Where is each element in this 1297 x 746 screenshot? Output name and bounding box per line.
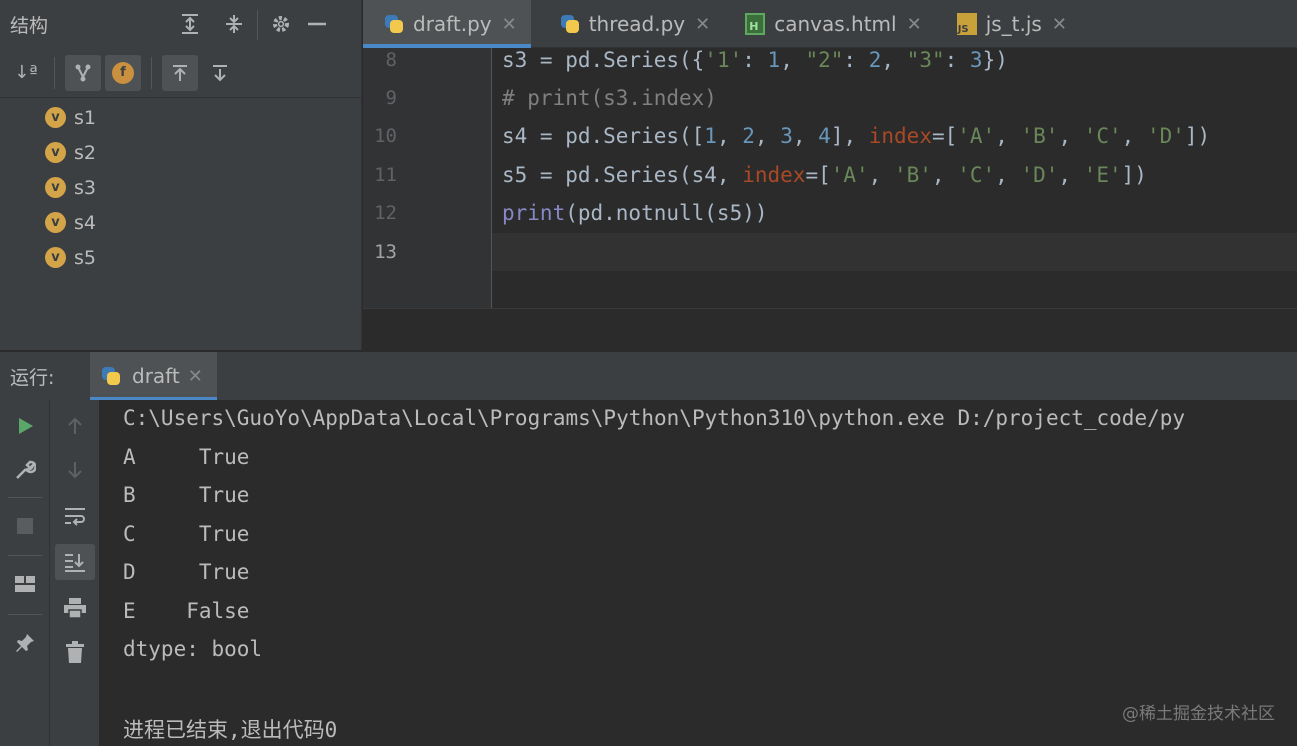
console-line: A True xyxy=(123,445,250,469)
variable-icon: v xyxy=(45,177,66,198)
run-toolbar-secondary xyxy=(50,400,100,746)
variable-icon: v xyxy=(45,247,66,268)
autoscroll-from-source-icon[interactable] xyxy=(202,55,238,91)
code-editor[interactable]: 8 9 10 11 12 13 s3 = pd.Series({'1': 1, … xyxy=(363,48,1297,350)
console-line: D True xyxy=(123,560,250,584)
print-icon[interactable] xyxy=(55,590,95,626)
soft-wrap-icon[interactable] xyxy=(55,498,95,534)
python-icon xyxy=(98,363,124,389)
run-icon[interactable] xyxy=(5,408,45,444)
toolbar-separator xyxy=(54,56,55,89)
line-number: 12 xyxy=(374,202,397,224)
console-line: dtype: bool xyxy=(123,637,263,661)
scroll-to-end-icon[interactable] xyxy=(55,544,95,580)
console-line: B True xyxy=(123,483,250,507)
wrench-icon[interactable] xyxy=(5,452,45,488)
gear-icon[interactable] xyxy=(266,10,296,38)
trash-icon[interactable] xyxy=(55,634,95,670)
show-inherited-icon[interactable] xyxy=(65,54,101,91)
field-badge: f xyxy=(112,61,134,84)
minimize-icon[interactable] xyxy=(302,10,332,38)
tab-thread-py[interactable]: thread.py ✕ xyxy=(531,0,725,48)
editor-tab-bar: draft.py ✕ thread.py ✕ H canvas.html ✕ J… xyxy=(363,0,1297,48)
tree-item-s3[interactable]: v s3 xyxy=(0,170,361,205)
tab-label: thread.py xyxy=(588,12,686,36)
line-number-gutter: 8 9 10 11 12 13 xyxy=(363,48,491,308)
html-icon: H xyxy=(744,13,766,35)
tree-item-s4[interactable]: v s4 xyxy=(0,205,361,240)
structure-panel: 结构 ↓ª f v s1 v s2 v s3 v s4 v s5 xyxy=(0,0,362,350)
structure-toolbar: ↓ª f xyxy=(0,48,361,98)
tab-label: js_t.js xyxy=(985,12,1042,36)
tree-item-s5[interactable]: v s5 xyxy=(0,240,361,275)
sort-label: ↓ª xyxy=(14,62,38,83)
line-number: 11 xyxy=(374,164,397,186)
tab-label: canvas.html xyxy=(774,12,897,36)
header-separator xyxy=(257,10,258,40)
current-line-highlight xyxy=(363,233,1297,271)
code-line: s3 = pd.Series({'1': 1, "2": 2, "3": 3}) xyxy=(502,48,1008,72)
python-icon xyxy=(383,13,405,35)
tree-item-label: s4 xyxy=(74,211,96,234)
toolbar-separator xyxy=(8,614,42,615)
tree-item-label: s1 xyxy=(74,106,96,129)
stop-icon[interactable] xyxy=(5,508,45,544)
run-tab-label: draft xyxy=(132,364,180,388)
toolbar-separator xyxy=(8,497,42,498)
console-line: C True xyxy=(123,522,250,546)
collapse-all-icon[interactable] xyxy=(219,10,249,38)
python-icon xyxy=(559,13,581,35)
expand-all-icon[interactable] xyxy=(175,10,205,38)
tab-canvas-html[interactable]: H canvas.html ✕ xyxy=(724,0,935,48)
run-tab-draft[interactable]: draft ✕ xyxy=(90,352,217,400)
variable-icon: v xyxy=(45,107,66,128)
close-icon[interactable]: ✕ xyxy=(907,14,922,35)
sort-alphabetically-icon[interactable]: ↓ª xyxy=(8,55,44,91)
structure-tree: v s1 v s2 v s3 v s4 v s5 xyxy=(0,98,361,275)
gutter-divider xyxy=(491,48,492,308)
variable-icon: v xyxy=(45,212,66,233)
pin-icon[interactable] xyxy=(5,625,45,661)
js-icon: JS xyxy=(956,13,978,35)
arrow-up-icon[interactable] xyxy=(55,408,95,444)
code-line: # print(s3.index) xyxy=(502,86,717,110)
structure-header: 结构 xyxy=(0,0,361,48)
close-icon[interactable]: ✕ xyxy=(188,366,203,387)
code-line: s4 = pd.Series([1, 2, 3, 4], index=['A',… xyxy=(502,124,1211,148)
line-number: 9 xyxy=(385,87,397,109)
run-toolbar-primary xyxy=(0,400,50,746)
watermark: @稀土掘金技术社区 xyxy=(1122,704,1275,724)
tab-draft-py[interactable]: draft.py ✕ xyxy=(363,0,531,48)
code-line: print(pd.notnull(s5)) xyxy=(502,201,768,225)
tree-item-label: s2 xyxy=(74,141,96,164)
console-line: C:\Users\GuoYo\AppData\Local\Programs\Py… xyxy=(123,406,1186,430)
run-title: 运行: xyxy=(10,366,55,389)
close-icon[interactable]: ✕ xyxy=(695,14,710,35)
tab-label: draft.py xyxy=(413,12,492,36)
tree-item-s1[interactable]: v s1 xyxy=(0,100,361,135)
tab-js-t-js[interactable]: JS js_t.js ✕ xyxy=(936,0,1081,48)
console-output[interactable]: C:\Users\GuoYo\AppData\Local\Programs\Py… xyxy=(101,400,1297,746)
structure-title: 结构 xyxy=(10,14,49,37)
console-line: E False xyxy=(123,599,250,623)
toolbar-separator xyxy=(8,555,42,556)
layout-icon[interactable] xyxy=(5,566,45,602)
show-fields-icon[interactable]: f xyxy=(105,54,141,91)
tree-item-label: s5 xyxy=(74,246,96,269)
arrow-down-icon[interactable] xyxy=(55,452,95,488)
close-icon[interactable]: ✕ xyxy=(1052,14,1067,35)
editor-bottom-area xyxy=(363,308,1297,350)
line-number: 10 xyxy=(374,125,397,147)
close-icon[interactable]: ✕ xyxy=(502,14,517,35)
toolbar-separator xyxy=(151,56,152,89)
console-line: 进程已结束,退出代码0 xyxy=(123,718,338,742)
variable-icon: v xyxy=(45,142,66,163)
tree-item-s2[interactable]: v s2 xyxy=(0,135,361,170)
autoscroll-to-source-icon[interactable] xyxy=(162,54,198,91)
line-number: 8 xyxy=(385,49,397,71)
line-number-current: 13 xyxy=(374,241,397,263)
run-panel-header: 运行: draft ✕ xyxy=(0,350,1297,400)
tree-item-label: s3 xyxy=(74,176,96,199)
code-line: s5 = pd.Series(s4, index=['A', 'B', 'C',… xyxy=(502,163,1147,187)
